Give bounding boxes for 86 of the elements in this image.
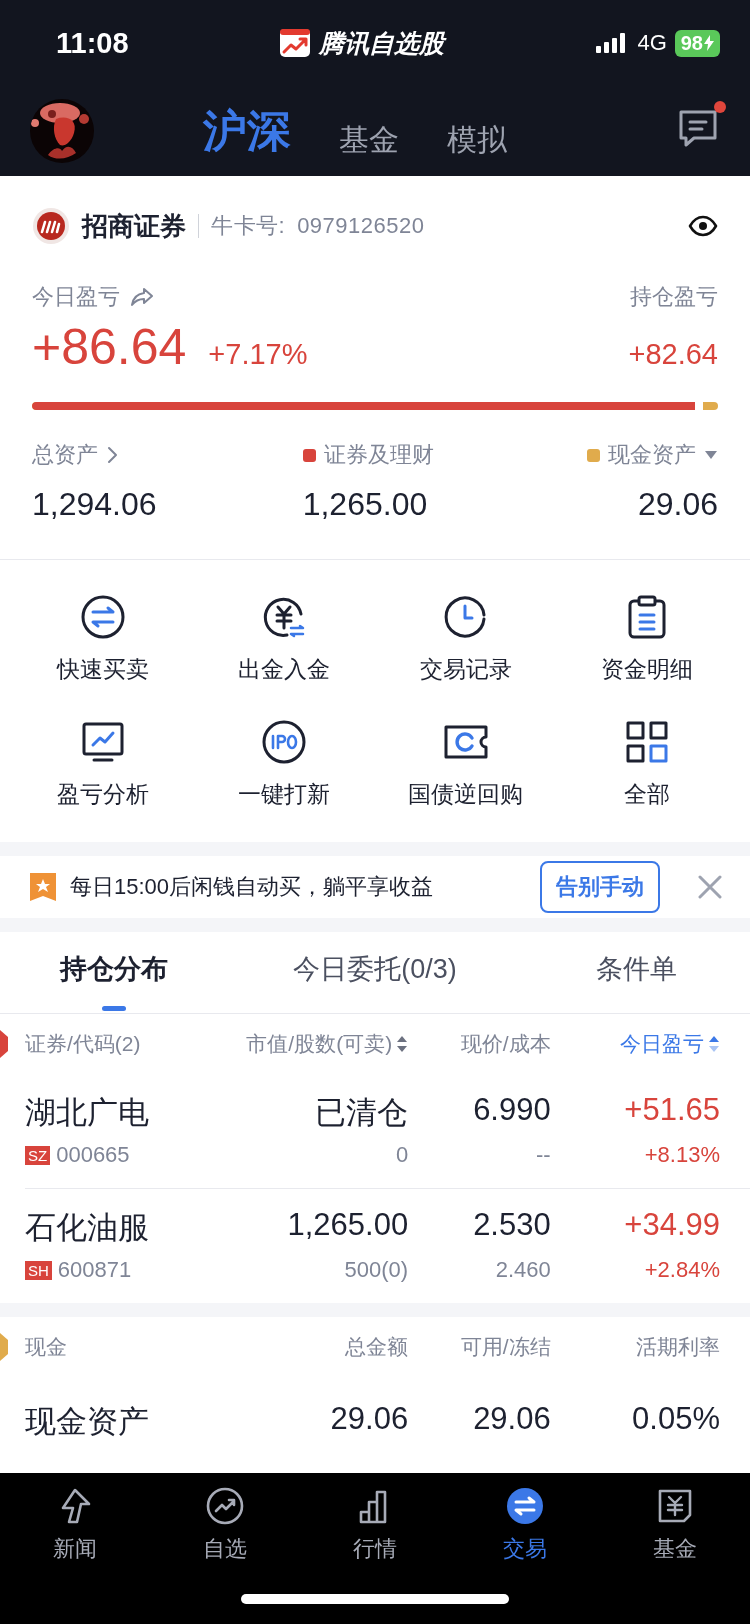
stock-name: 石化油服: [25, 1209, 149, 1247]
shortcut-button[interactable]: 快速买卖: [12, 594, 194, 685]
trend-circle-icon: [205, 1486, 245, 1526]
card-label: 牛卡号:: [211, 212, 286, 240]
broker-logo-icon: [32, 207, 70, 245]
share-count: 0: [395, 1142, 409, 1168]
shortcut-button[interactable]: 交易记录: [375, 594, 557, 685]
position-tab[interactable]: 今日委托(0/3): [227, 932, 523, 1013]
cash-rate: 0.05%: [632, 1401, 720, 1438]
column-header[interactable]: 市值/股数(可卖): [246, 1030, 409, 1058]
today-pnl: +34.99: [624, 1207, 720, 1244]
cash-available: 29.06: [473, 1401, 551, 1438]
sort-icon[interactable]: [708, 1034, 720, 1054]
app-name: 腾讯自选股: [319, 27, 445, 59]
stock-code: 600871: [57, 1257, 132, 1283]
app-logo-icon: [279, 28, 312, 58]
column-header: 可用/冻结: [460, 1334, 551, 1360]
market-tab[interactable]: 沪深: [203, 101, 291, 161]
eye-icon: [688, 215, 718, 237]
shortcut-button[interactable]: 出金入金: [193, 594, 375, 685]
market-tab[interactable]: 基金: [339, 119, 399, 161]
asset-label: 证券及理财: [323, 441, 434, 469]
column-header: 证券/代码(2): [25, 1031, 141, 1057]
shortcut-button[interactable]: 盈亏分析: [12, 719, 194, 810]
shortcut-button[interactable]: 全部: [556, 719, 738, 810]
today-pnl-label: 今日盈亏: [32, 283, 120, 311]
cost-price: 2.460: [495, 1257, 551, 1283]
cash-total: 29.06: [330, 1401, 409, 1438]
stock-code: 000665: [56, 1142, 130, 1168]
asset-label: 现金资产: [608, 441, 696, 469]
share-icon: [130, 286, 154, 308]
close-icon: [698, 875, 722, 899]
market-value: 已清仓: [315, 1094, 409, 1132]
grid-icon: [624, 719, 671, 765]
dropdown-triangle-icon: [704, 450, 718, 460]
today-pnl: +51.65: [624, 1092, 720, 1129]
column-header: 活期利率: [636, 1334, 720, 1360]
status-time: 11:08: [56, 26, 129, 60]
nav-tab[interactable]: 基金: [600, 1485, 750, 1565]
nav-tab[interactable]: 新闻: [0, 1485, 150, 1565]
holding-row[interactable]: 湖北广电 已清仓 6.990 +51.65 SZ 000665 0 -- +8.13%: [25, 1074, 750, 1189]
arrows-icon: [79, 594, 126, 640]
today-pnl-percent: +8.13%: [644, 1142, 720, 1168]
banner-text: 每日15:00后闲钱自动买，躺平享收益: [70, 873, 435, 901]
holding-row[interactable]: 石化油服 1,265.00 2.530 +34.99 SH 600871 500(0) 2.460 +2.84%: [25, 1189, 750, 1303]
asset-label: 总资产: [32, 441, 98, 469]
position-tab[interactable]: 持仓分布: [0, 932, 228, 1013]
today-pnl-value: +86.64: [32, 318, 187, 376]
shortcut-button[interactable]: 一键打新: [193, 719, 375, 810]
card-number: 0979126520: [297, 213, 425, 239]
broker-name: 招商证券: [82, 209, 186, 243]
position-tab[interactable]: 条件单: [522, 932, 750, 1013]
position-pnl-value: +82.64: [628, 338, 718, 371]
market-tab[interactable]: 模拟: [447, 119, 507, 161]
shortcut-button[interactable]: 国债逆回购: [375, 719, 557, 810]
asset-value: 1,294.06: [32, 486, 157, 523]
market-tag: SH: [25, 1260, 52, 1280]
today-pnl-percent: +7.17%: [208, 338, 308, 371]
exchange-circle-icon: [505, 1486, 545, 1526]
column-header: 现金: [25, 1334, 67, 1360]
share-count: 500(0): [344, 1257, 409, 1283]
cash-name: 现金资产: [25, 1403, 149, 1441]
battery-indicator: 98: [674, 29, 720, 57]
shortcut-button[interactable]: 资金明细: [556, 594, 738, 685]
sort-icon[interactable]: [396, 1034, 409, 1054]
current-price: 6.990: [473, 1092, 551, 1129]
nav-tab[interactable]: 行情: [300, 1485, 450, 1565]
column-header[interactable]: 今日盈亏: [620, 1030, 720, 1058]
ipo-icon: [261, 719, 308, 765]
nav-tab[interactable]: 自选: [150, 1485, 300, 1565]
asset-value: 29.06: [637, 486, 718, 523]
position-pnl-label: 持仓盈亏: [630, 283, 718, 311]
asset-value: 1,265.00: [302, 486, 428, 523]
current-price: 2.530: [473, 1207, 551, 1244]
column-header: 总金额: [345, 1334, 409, 1360]
today-pnl-percent: +2.84%: [644, 1257, 720, 1283]
network-type: 4G: [637, 30, 667, 56]
cost-price: --: [536, 1142, 551, 1168]
market-tag: SZ: [25, 1145, 51, 1165]
column-header: 现价/成本: [460, 1031, 551, 1057]
stock-name: 湖北广电: [25, 1094, 149, 1132]
market-value: 1,265.00: [287, 1207, 409, 1244]
nav-tab[interactable]: 交易: [450, 1485, 600, 1565]
star-ribbon-icon: [30, 873, 56, 901]
chevron-right-icon: [106, 445, 120, 465]
banner-action-button[interactable]: 告别手动: [540, 861, 660, 913]
